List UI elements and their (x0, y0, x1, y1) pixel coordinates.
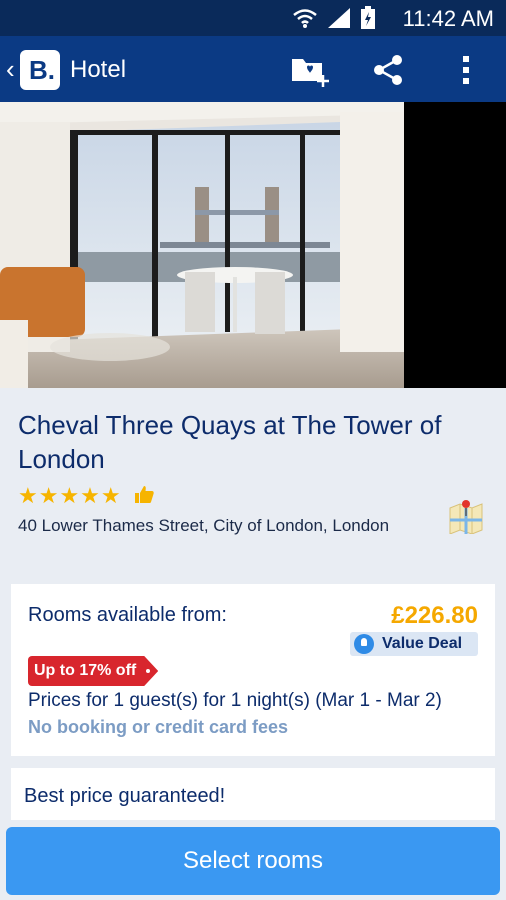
more-button[interactable] (446, 50, 486, 90)
hotel-info: Cheval Three Quays at The Tower of Londo… (0, 388, 506, 578)
lightbulb-icon (354, 634, 374, 654)
hotel-name: Cheval Three Quays at The Tower of Londo… (18, 410, 442, 474)
thumbs-up-icon (135, 486, 154, 503)
status-bar: 11:42 AM (0, 0, 506, 36)
more-icon (463, 56, 469, 84)
map-icon[interactable] (448, 498, 484, 534)
rooms-available-label: Rooms available from: (28, 604, 227, 626)
wifi-icon (293, 9, 317, 28)
app-bar: ‹ B. Hotel (0, 36, 506, 102)
select-rooms-button[interactable]: Select rooms (6, 827, 500, 895)
value-deal-label: Value Deal (382, 635, 463, 652)
prices-for-text: Prices for 1 guest(s) for 1 night(s) (Ma… (28, 690, 442, 711)
add-to-list-button[interactable] (290, 50, 330, 90)
add-to-list-icon (292, 59, 329, 87)
hotel-photo[interactable] (0, 102, 506, 388)
discount-tag: Up to 17% off (28, 656, 158, 686)
share-button[interactable] (368, 50, 408, 90)
value-deal-badge: Value Deal (350, 632, 478, 656)
best-price-text: Best price guaranteed! (24, 785, 226, 807)
battery-icon (361, 6, 375, 29)
hotel-room-image (0, 102, 404, 388)
status-time: 11:42 AM (402, 6, 494, 31)
star-rating: ★★★★★ (18, 483, 122, 508)
availability-card: Rooms available from: £226.80 Value Deal… (11, 584, 495, 756)
back-button[interactable]: ‹ (6, 54, 15, 85)
signal-icon (328, 8, 350, 28)
share-icon (374, 55, 402, 85)
price: £226.80 (391, 602, 478, 629)
logo-text: B. (29, 55, 55, 85)
hotel-address: 40 Lower Thames Street, City of London, … (18, 516, 390, 535)
fees-note: No booking or credit card fees (28, 717, 289, 737)
page-title: Hotel (70, 56, 127, 83)
booking-logo[interactable]: B. (20, 50, 60, 90)
